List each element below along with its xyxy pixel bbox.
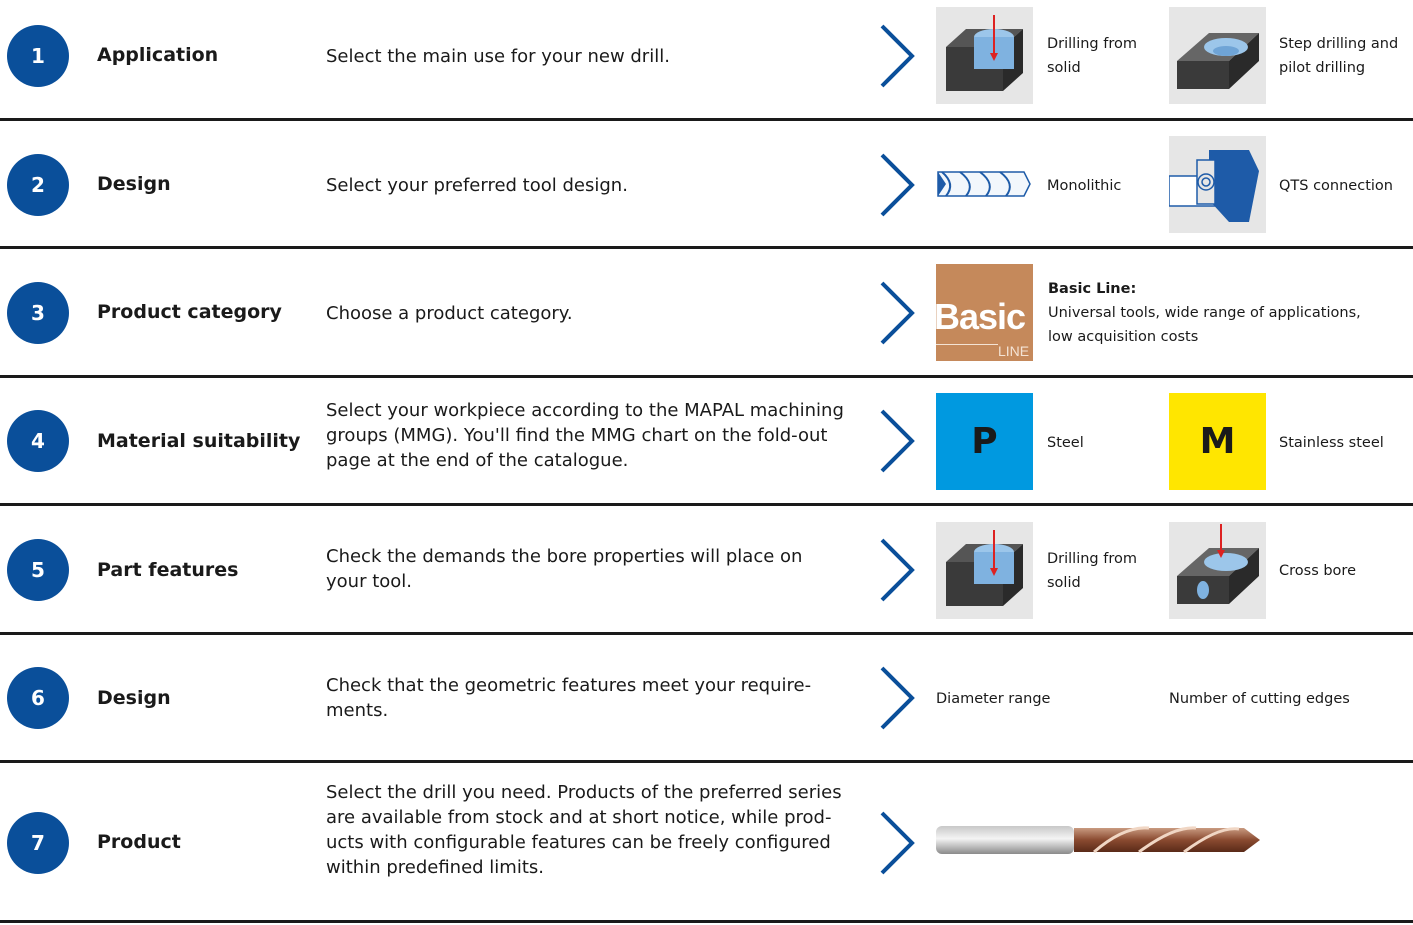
basic-line-logo-line: LINE	[998, 343, 1030, 359]
step-row-6: 6 Design Check that the geometric featur…	[0, 635, 1413, 761]
drill-product-image	[936, 826, 1260, 854]
step-row-5: 5 Part features Check the demands the bo…	[0, 506, 1413, 634]
step-row-2: 2 Design Select your preferred tool desi…	[0, 121, 1413, 247]
step-row-1: 1 Application Select the main use for yo…	[0, 0, 1413, 120]
step-description: Select your workpiece according to the M…	[326, 400, 844, 471]
step-title: Product	[97, 831, 181, 853]
step-description: Select your preferred tool design.	[326, 175, 628, 196]
step-title: Design	[97, 173, 171, 195]
step-description: Select the main use for your new drill.	[326, 46, 670, 67]
chevron-right-icon	[880, 811, 915, 875]
divider	[0, 920, 1413, 923]
basic-line-logo-word: Basic	[936, 296, 1026, 337]
option-label: Drilling from solid	[1047, 551, 1137, 591]
step-drilling-image	[1169, 7, 1266, 104]
chevron-right-icon	[880, 281, 915, 345]
step-number-badge: 2	[7, 154, 69, 216]
mmg-p-tile: P	[936, 393, 1033, 490]
option-label: Monolithic	[1047, 178, 1122, 194]
option-label: Step drilling and pilot drilling	[1279, 36, 1399, 76]
monolithic-drill-image	[936, 136, 1033, 233]
chevron-right-icon	[880, 666, 915, 730]
step-description: Choose a product category.	[326, 303, 573, 324]
drilling-from-solid-image	[936, 522, 1033, 619]
step-title: Design	[97, 687, 171, 709]
option-label: Number of cutting edges	[1169, 691, 1350, 707]
option-label: Steel	[1047, 435, 1084, 451]
option-label: Stainless steel	[1279, 435, 1384, 451]
step-number-badge: 4	[7, 410, 69, 472]
option-label: Drilling from solid	[1047, 36, 1137, 76]
qts-connection-image	[1169, 136, 1266, 233]
basic-line-logo: Basic LINE	[936, 264, 1033, 361]
chevron-right-icon	[880, 409, 915, 473]
option-label: QTS connection	[1279, 178, 1393, 194]
chevron-right-icon	[880, 24, 915, 88]
step-row-4: 4 Material suitability Select your workp…	[0, 378, 1413, 504]
step-title: Application	[97, 44, 219, 66]
step-number-badge: 7	[7, 812, 69, 874]
step-row-3: 3 Product category Choose a product cate…	[0, 249, 1413, 377]
option-label: Diameter range	[936, 691, 1051, 707]
step-title: Part features	[97, 559, 239, 581]
category-title: Basic Line:	[1048, 281, 1137, 297]
category-description: Universal tools, wide range of applicati…	[1048, 305, 1361, 345]
step-description: Select the drill you need. Products of t…	[326, 782, 842, 878]
step-description: Check the demands the bore properties wi…	[326, 546, 803, 592]
basic-line-logo-rule	[936, 344, 998, 345]
step-number-badge: 5	[7, 539, 69, 601]
chevron-right-icon	[880, 153, 915, 217]
mmg-m-tile: M	[1169, 393, 1266, 490]
step-title: Material suitability	[97, 430, 301, 452]
step-title: Product category	[97, 301, 282, 323]
step-number-badge: 6	[7, 667, 69, 729]
cross-bore-image	[1169, 522, 1266, 619]
step-number-badge: 3	[7, 282, 69, 344]
chevron-right-icon	[880, 538, 915, 602]
step-description: Check that the geometric features meet y…	[326, 675, 812, 721]
step-number-badge: 1	[7, 25, 69, 87]
step-row-7: 7 Product Select the drill you need. Pro…	[0, 763, 1413, 923]
option-label: Cross bore	[1279, 563, 1356, 579]
drilling-from-solid-image	[936, 7, 1033, 104]
